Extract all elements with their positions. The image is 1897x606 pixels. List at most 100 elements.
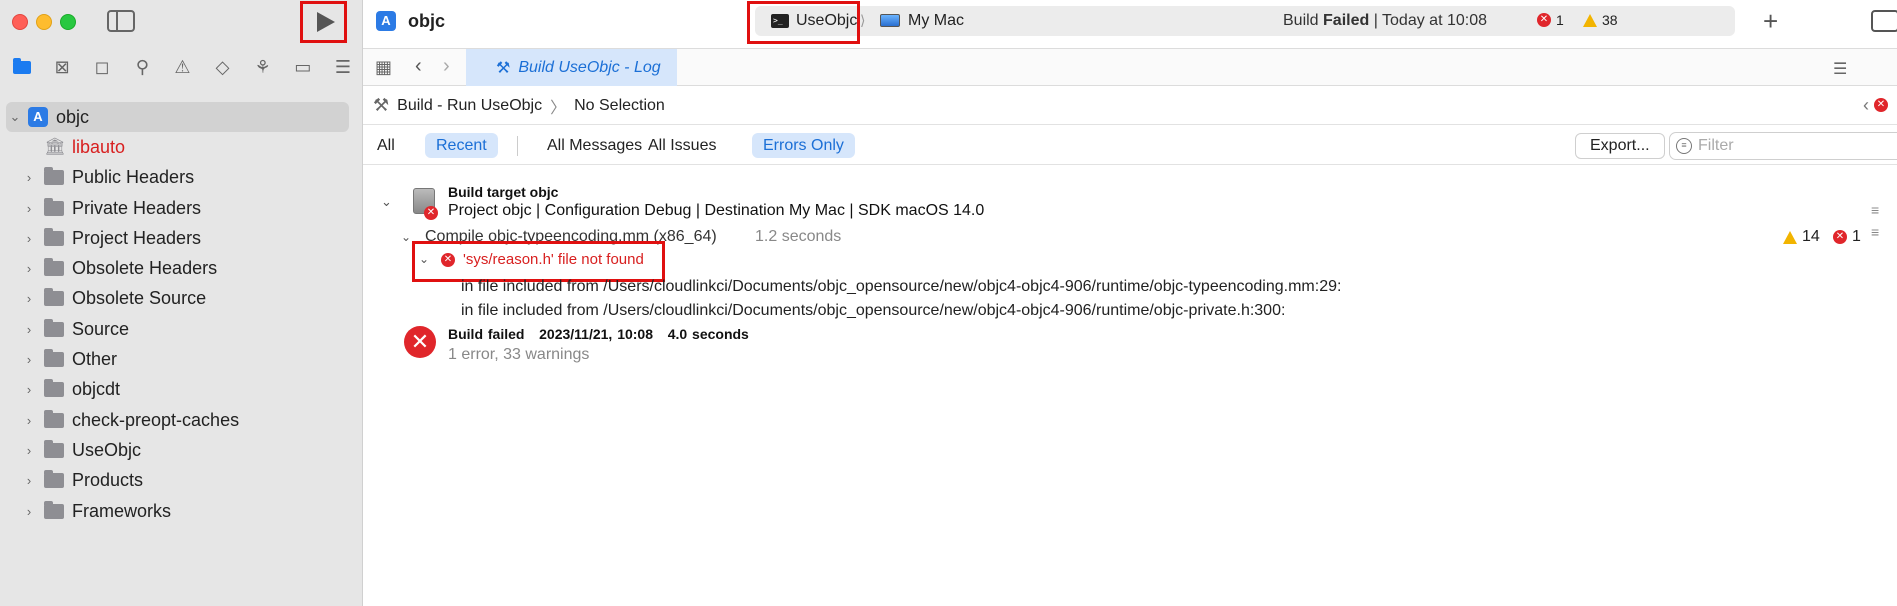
chevron-down-icon[interactable]: ⌄ bbox=[381, 194, 392, 210]
navigate-back-icon[interactable]: ‹ bbox=[415, 55, 422, 78]
result-title: Build failed bbox=[448, 326, 525, 342]
breadcrumb-build[interactable]: Build - Run UseObjc bbox=[397, 97, 542, 115]
sidebar-toggle-icon[interactable] bbox=[107, 10, 135, 32]
jump-bar: ⚒ Build - Run UseObjc 〉 No Selection ‹ ✕ bbox=[363, 87, 1897, 125]
include-trace-line[interactable]: in file included from /Users/cloudlinkci… bbox=[461, 302, 1285, 320]
tree-item-libauto[interactable]: 🏛 libauto bbox=[0, 132, 363, 162]
step-warnings-value: 14 bbox=[1802, 228, 1820, 245]
tree-item-label: Public Headers bbox=[72, 167, 195, 188]
previous-issue-icon[interactable]: ‹ bbox=[1863, 95, 1869, 116]
chevron-down-icon[interactable]: ⌄ bbox=[8, 109, 22, 125]
show-details-icon[interactable]: ≡ bbox=[1871, 202, 1879, 218]
tree-item-other[interactable]: › Other bbox=[0, 344, 363, 374]
warning-count: 38 bbox=[1602, 12, 1618, 28]
tree-item-private-headers[interactable]: › Private Headers bbox=[0, 193, 363, 223]
bookmark-navigator-icon[interactable]: ◻ bbox=[82, 52, 122, 82]
chevron-right-icon[interactable]: › bbox=[22, 413, 36, 428]
chevron-right-icon[interactable]: › bbox=[22, 473, 36, 488]
build-log: ⌄ ✕ Build target objc Project objc | Con… bbox=[363, 166, 1897, 606]
filter-input[interactable] bbox=[1698, 137, 1897, 155]
folder-icon bbox=[44, 318, 64, 337]
tree-item-objcdt[interactable]: › objcdt bbox=[0, 375, 363, 405]
filter-recent-button[interactable]: Recent bbox=[425, 133, 498, 158]
export-button[interactable]: Export... bbox=[1575, 133, 1665, 159]
find-navigator-icon[interactable]: ⚲ bbox=[122, 52, 162, 82]
chevron-right-icon[interactable]: › bbox=[22, 382, 36, 397]
filter-field[interactable]: ≡ bbox=[1669, 132, 1897, 160]
tree-item-project[interactable]: ⌄ A objc bbox=[6, 102, 349, 133]
build-status-prefix: Build bbox=[1283, 12, 1324, 29]
tab-build-log[interactable]: ⚒ Build UseObjc - Log bbox=[466, 49, 677, 86]
inspector-toggle-icon[interactable] bbox=[1871, 10, 1897, 32]
tree-item-useobjc[interactable]: › UseObjc bbox=[0, 435, 363, 465]
include-trace-line[interactable]: in file included from /Users/cloudlinkci… bbox=[461, 278, 1341, 296]
error-count-badge[interactable]: ✕ 1 bbox=[1537, 12, 1564, 28]
warning-count-badge[interactable]: 38 bbox=[1583, 12, 1618, 28]
tree-item-obsolete-headers[interactable]: › Obsolete Headers bbox=[0, 253, 363, 283]
hammer-icon: ⚒ bbox=[373, 95, 390, 115]
chevron-right-icon[interactable]: › bbox=[22, 443, 36, 458]
tree-item-products[interactable]: › Products bbox=[0, 466, 363, 496]
project-navigator-icon[interactable] bbox=[2, 52, 42, 82]
tree-item-public-headers[interactable]: › Public Headers bbox=[0, 163, 363, 193]
hammer-icon: ⚒ bbox=[496, 59, 511, 77]
folder-icon bbox=[44, 379, 64, 398]
chevron-right-icon[interactable]: › bbox=[22, 322, 36, 337]
chevron-right-icon[interactable]: › bbox=[22, 170, 36, 185]
chevron-down-icon[interactable]: ⌄ bbox=[401, 230, 411, 244]
source-control-navigator-icon[interactable]: ⊠ bbox=[42, 52, 82, 82]
tree-item-label: objcdt bbox=[72, 379, 121, 400]
related-items-grid-icon[interactable]: ▦ bbox=[375, 57, 392, 78]
build-result-summary: 1 error, 33 warnings bbox=[448, 346, 590, 363]
chevron-right-icon[interactable]: › bbox=[22, 291, 36, 306]
breadcrumb-selection[interactable]: No Selection bbox=[574, 97, 665, 115]
chevron-right-icon[interactable]: › bbox=[22, 352, 36, 367]
error-icon: ✕ bbox=[1833, 230, 1847, 244]
error-icon: ✕ bbox=[424, 206, 438, 220]
filter-all-messages-button[interactable]: All Messages bbox=[536, 133, 653, 158]
error-icon[interactable]: ✕ bbox=[1874, 98, 1888, 112]
tree-item-label: Frameworks bbox=[72, 500, 172, 521]
run-button[interactable] bbox=[300, 1, 347, 43]
breakpoint-navigator-icon[interactable]: ▭ bbox=[283, 52, 323, 82]
window-toolbar: A objc >_ UseObjc ⟩ My Mac Build Failed … bbox=[363, 0, 1897, 44]
tree-item-frameworks[interactable]: › Frameworks bbox=[0, 496, 363, 526]
tree-item-source[interactable]: › Source bbox=[0, 314, 363, 344]
tree-item-obsolete-source[interactable]: › Obsolete Source bbox=[0, 284, 363, 314]
show-details-icon[interactable]: ≡ bbox=[1871, 224, 1879, 240]
build-target-detail: Project objc | Configuration Debug | Des… bbox=[448, 202, 985, 219]
tree-item-label: objc bbox=[56, 106, 90, 127]
chevron-right-icon[interactable]: › bbox=[22, 261, 36, 276]
window-close-button[interactable] bbox=[12, 14, 28, 30]
issue-navigator-icon[interactable]: ⚠ bbox=[162, 52, 202, 82]
issue-message[interactable]: 'sys/reason.h' file not found bbox=[463, 251, 644, 268]
tree-item-label: Obsolete Source bbox=[72, 288, 207, 309]
debug-navigator-icon[interactable]: ⚘ bbox=[243, 52, 283, 82]
warning-icon bbox=[1783, 230, 1797, 244]
add-button[interactable]: + bbox=[1763, 6, 1778, 37]
filter-all-issues-button[interactable]: All Issues bbox=[637, 133, 727, 158]
editor-options-icon[interactable]: ☰ bbox=[1833, 59, 1847, 79]
tree-item-check-preopt-caches[interactable]: › check-preopt-caches bbox=[0, 405, 363, 435]
navigate-forward-icon[interactable]: › bbox=[443, 55, 450, 78]
tree-item-project-headers[interactable]: › Project Headers bbox=[0, 223, 363, 253]
chevron-right-icon: ⟩ bbox=[860, 12, 866, 28]
chevron-right-icon[interactable]: › bbox=[22, 201, 36, 216]
destination-selector[interactable]: My Mac bbox=[908, 12, 964, 30]
window-minimize-button[interactable] bbox=[36, 14, 52, 30]
report-navigator-icon[interactable]: ☰ bbox=[323, 52, 363, 82]
folder-icon bbox=[44, 197, 64, 216]
library-icon: 🏛 bbox=[44, 137, 66, 157]
filter-errors-only-button[interactable]: Errors Only bbox=[752, 133, 855, 158]
scheme-selector[interactable]: UseObjc bbox=[796, 12, 857, 30]
build-status-suffix: | Today at 10:08 bbox=[1369, 12, 1487, 29]
chevron-right-icon[interactable]: › bbox=[22, 504, 36, 519]
folder-icon bbox=[44, 409, 64, 428]
tree-item-label: Project Headers bbox=[72, 227, 202, 248]
filter-all-button[interactable]: All bbox=[366, 133, 406, 158]
chevron-right-icon[interactable]: › bbox=[22, 231, 36, 246]
chevron-down-icon[interactable]: ⌄ bbox=[419, 252, 429, 266]
window-zoom-button[interactable] bbox=[60, 14, 76, 30]
project-icon: A bbox=[28, 107, 48, 128]
test-navigator-icon[interactable]: ◇ bbox=[203, 52, 243, 82]
